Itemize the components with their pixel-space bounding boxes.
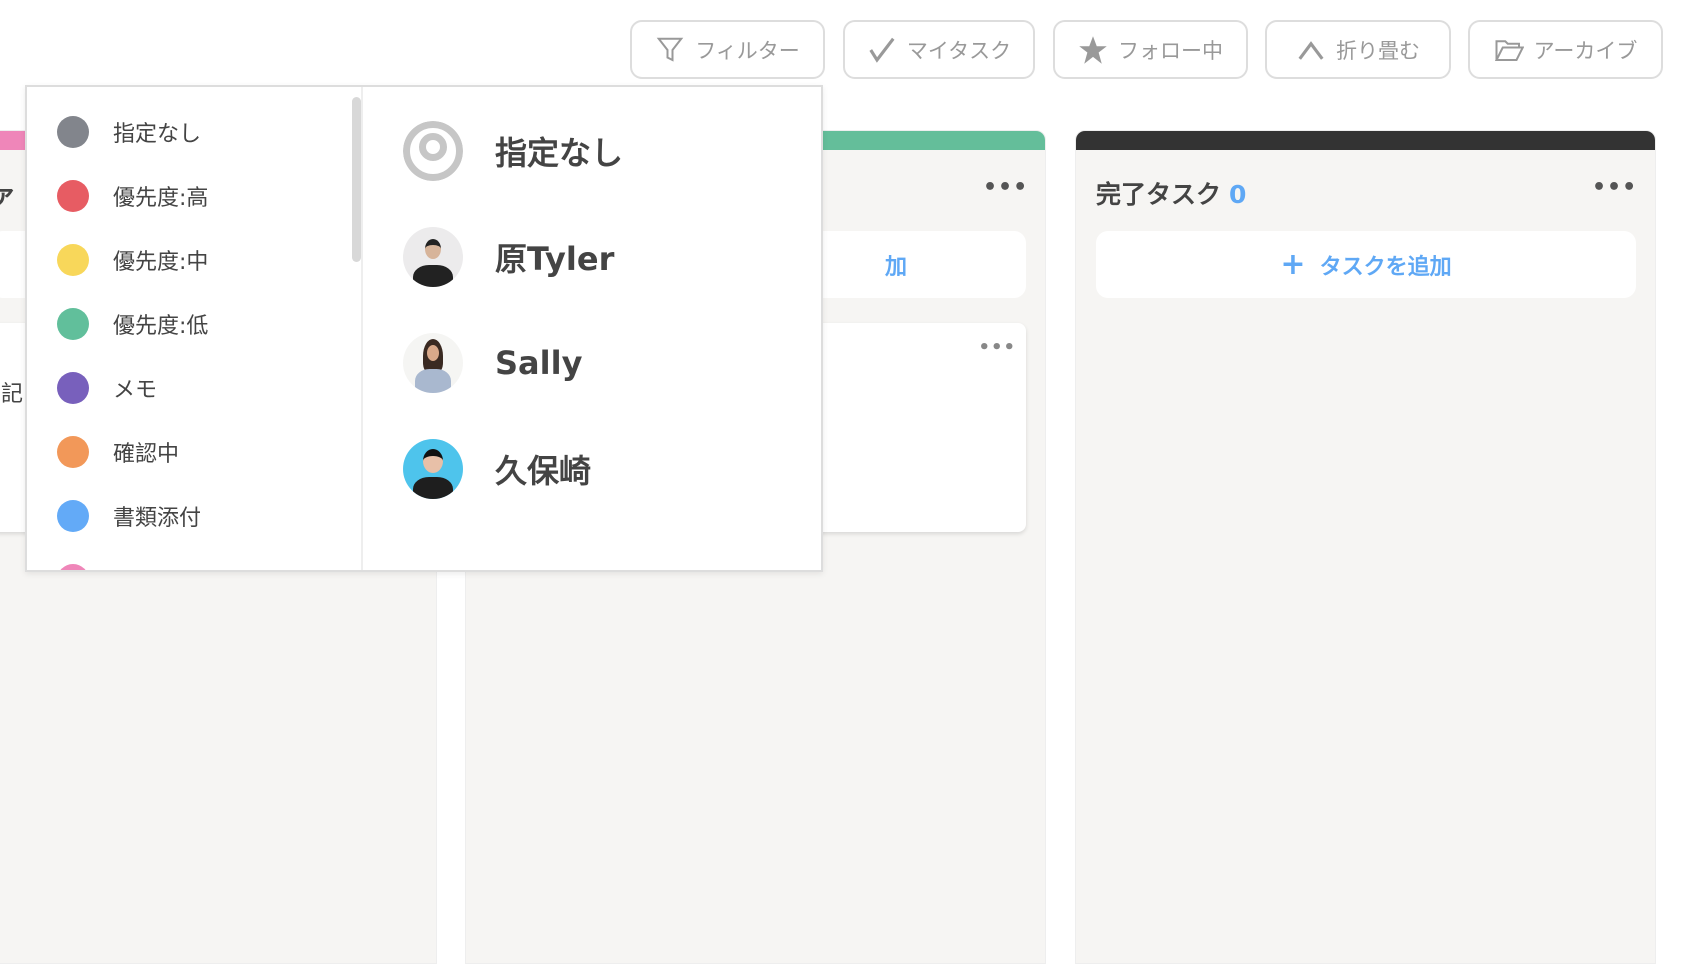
column-title: 完了タスク 0 [1096, 180, 1247, 209]
check-icon [869, 37, 895, 63]
filter-icon [656, 37, 684, 62]
assignee-option[interactable]: 久保崎 [403, 439, 591, 499]
label-color-dot [57, 308, 89, 340]
label-option[interactable]: 優先度:高 [57, 176, 208, 216]
label-color-dot [57, 372, 89, 404]
filter-dropdown: 指定なし優先度:高優先度:中優先度:低メモ確認中書類添付指示待ち 指定なし原Ty… [25, 85, 823, 572]
label-name: 書類添付 [113, 506, 202, 531]
assignee-name: 指定なし [495, 134, 624, 172]
my-tasks-button[interactable]: マイタスク [843, 20, 1035, 79]
assignee-name: 久保崎 [495, 452, 592, 490]
label-name: 優先度:低 [113, 314, 209, 339]
label-color-dot [57, 116, 89, 148]
label-option[interactable]: 優先度:低 [57, 304, 208, 344]
label-name: メモ [113, 378, 158, 403]
label-name: 指示待ち [113, 564, 201, 570]
task-card-title: 記 [1, 382, 24, 407]
board-column-done: 完了タスク 0 ••• + タスクを追加 [1075, 130, 1656, 964]
label-option[interactable]: 指示待ち [57, 560, 201, 570]
label-option[interactable]: 確認中 [57, 432, 179, 472]
label-option[interactable]: 優先度:中 [57, 240, 208, 280]
card-menu-icon[interactable]: ••• [978, 337, 1016, 358]
default-avatar-icon [403, 121, 463, 181]
label-name: 優先度:中 [113, 250, 209, 275]
label-color-dot [57, 564, 89, 570]
my-tasks-label: マイタスク [906, 38, 1012, 63]
assignee-name: 原Tyler [495, 240, 615, 278]
plus-icon: + [1280, 247, 1306, 282]
assignee-option[interactable]: Sally [403, 333, 582, 393]
collapse-label: 折り畳む [1336, 38, 1420, 63]
label-option[interactable]: 書類添付 [57, 496, 201, 536]
label-color-dot [57, 244, 89, 276]
add-task-button[interactable]: + タスクを追加 [1096, 231, 1636, 298]
add-task-label: 加 [884, 254, 907, 280]
assignee-option[interactable]: 原Tyler [403, 227, 614, 287]
label-list: 指定なし優先度:高優先度:中優先度:低メモ確認中書類添付指示待ち [27, 87, 363, 570]
label-color-dot [57, 436, 89, 468]
column-menu-icon[interactable]: ••• [983, 175, 1028, 200]
avatar [403, 439, 463, 499]
label-option[interactable]: 指定なし [57, 112, 201, 152]
scrollbar[interactable] [352, 97, 361, 262]
label-name: 優先度:高 [113, 186, 209, 211]
archive-button[interactable]: アーカイブ [1468, 20, 1663, 79]
label-color-dot [57, 500, 89, 532]
label-option[interactable]: メモ [57, 368, 157, 408]
column-color-bar [1076, 131, 1655, 150]
avatar [403, 227, 463, 287]
label-color-dot [57, 180, 89, 212]
label-name: 確認中 [113, 442, 180, 467]
add-task-label: タスクを追加 [1319, 254, 1452, 280]
column-count: 0 [1229, 180, 1247, 209]
collapse-button[interactable]: 折り畳む [1265, 20, 1451, 79]
star-icon [1079, 35, 1107, 64]
chevron-up-icon [1298, 40, 1324, 60]
filter-button[interactable]: フィルター [630, 20, 825, 79]
following-button[interactable]: フォロー中 [1053, 20, 1248, 79]
assignee-option[interactable]: 指定なし [403, 121, 623, 181]
folder-icon [1494, 39, 1524, 61]
archive-label: アーカイブ [1533, 38, 1638, 63]
following-label: フォロー中 [1118, 38, 1223, 63]
label-name: 指定なし [113, 122, 202, 147]
assignee-name: Sally [495, 344, 583, 382]
filter-label: フィルター [695, 38, 800, 63]
avatar [403, 333, 463, 393]
column-menu-icon[interactable]: ••• [1592, 175, 1637, 200]
